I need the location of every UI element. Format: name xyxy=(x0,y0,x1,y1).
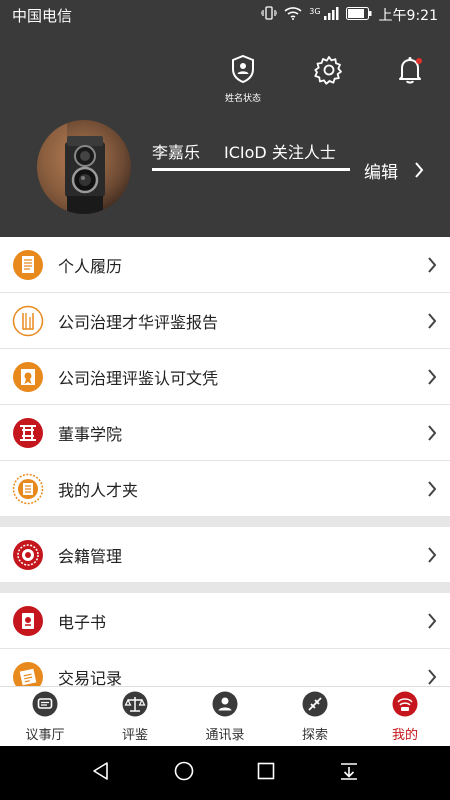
resume-icon xyxy=(12,249,44,281)
section-divider xyxy=(0,583,450,593)
vibrate-icon xyxy=(260,6,278,24)
menu-item-label: 会籍管理 xyxy=(58,546,123,566)
chevron-right-icon xyxy=(427,612,437,634)
menu-item-talent-folder[interactable]: 我的人才夹 xyxy=(0,461,450,517)
settings-button[interactable] xyxy=(311,54,347,90)
shield-user-icon xyxy=(230,54,256,88)
menu-item-diploma[interactable]: 公司治理评鉴认可文凭 xyxy=(0,349,450,405)
profile-header: 姓名状态 李嘉乐 ICIoD 关注人士 编辑 xyxy=(0,30,450,237)
tab-label: 评鉴 xyxy=(121,727,148,743)
transaction-icon xyxy=(12,661,44,686)
menu-item-academy[interactable]: 董事学院 xyxy=(0,405,450,461)
user-info: 李嘉乐 ICIoD 关注人士 xyxy=(152,139,336,163)
chevron-right-icon xyxy=(427,546,437,568)
menu-item-label: 电子书 xyxy=(58,612,107,632)
chevron-right-icon xyxy=(427,312,437,334)
status-bar: 中国电信 3G 上午9:21 xyxy=(0,0,450,30)
chevron-right-icon xyxy=(427,256,437,278)
tab-label: 通讯录 xyxy=(205,727,245,743)
battery-icon xyxy=(345,6,372,24)
clock: 上午9:21 xyxy=(378,8,438,24)
tab-evaluation[interactable]: 评鉴 xyxy=(90,687,180,746)
chevron-right-icon xyxy=(427,668,437,687)
recents-icon[interactable] xyxy=(255,760,277,786)
menu-item-resume[interactable]: 个人履历 xyxy=(0,237,450,293)
edit-profile-button[interactable]: 编辑 xyxy=(364,158,398,183)
notifications-button[interactable] xyxy=(392,54,428,90)
tab-discussion[interactable]: 议事厅 xyxy=(0,687,90,746)
menu-item-membership[interactable]: 会籍管理 xyxy=(0,527,450,583)
menu-item-label: 公司治理才华评鉴报告 xyxy=(58,312,219,332)
chevron-right-icon xyxy=(427,424,437,446)
talent-folder-icon xyxy=(12,473,44,505)
tab-label: 探索 xyxy=(301,727,328,743)
profile-menu: 个人履历 公司治理才华评鉴报告 公司治理评鉴认可文凭 董事学院 我的人才夹 会籍… xyxy=(0,237,450,686)
tab-label: 议事厅 xyxy=(25,727,65,743)
user-name: 李嘉乐 xyxy=(152,143,201,162)
academy-icon xyxy=(12,417,44,449)
tab-mine[interactable]: 我的 xyxy=(360,687,450,746)
contacts-icon xyxy=(212,691,238,721)
network-type: 3G xyxy=(309,7,321,16)
menu-item-talent-report[interactable]: 公司治理才华评鉴报告 xyxy=(0,293,450,349)
certificate-icon xyxy=(12,361,44,393)
tab-contacts[interactable]: 通讯录 xyxy=(180,687,270,746)
scale-icon xyxy=(122,691,148,721)
menu-item-label: 董事学院 xyxy=(58,424,123,444)
bottom-tab-bar: 议事厅 评鉴 通讯录 探索 我的 xyxy=(0,686,450,746)
name-status-label: 姓名状态 xyxy=(224,94,261,104)
menu-item-transactions[interactable]: 交易记录 xyxy=(0,649,450,686)
user-title: ICIoD 关注人士 xyxy=(224,143,336,162)
notification-pulldown-icon[interactable] xyxy=(338,760,360,786)
menu-item-label: 交易记录 xyxy=(58,668,123,687)
tab-explore[interactable]: 探索 xyxy=(270,687,360,746)
chevron-right-icon xyxy=(427,368,437,390)
gear-icon xyxy=(313,54,345,90)
menu-item-label: 个人履历 xyxy=(58,256,123,276)
avatar[interactable] xyxy=(37,120,131,214)
chevron-right-icon[interactable] xyxy=(414,161,424,183)
menu-item-label: 公司治理评鉴认可文凭 xyxy=(58,368,219,388)
wifi-icon xyxy=(284,6,302,24)
tab-label: 我的 xyxy=(391,727,418,743)
system-nav-bar xyxy=(0,746,450,800)
chat-icon xyxy=(32,691,58,721)
section-divider xyxy=(0,517,450,527)
back-icon[interactable] xyxy=(90,760,112,786)
home-icon[interactable] xyxy=(173,760,195,786)
menu-item-ebook[interactable]: 电子书 xyxy=(0,593,450,649)
name-underline xyxy=(152,168,350,171)
signal-icon xyxy=(323,6,339,24)
profile-icon xyxy=(392,691,418,721)
chevron-right-icon xyxy=(427,480,437,502)
name-status-button[interactable]: 姓名状态 xyxy=(218,54,268,104)
bell-icon xyxy=(394,54,426,90)
membership-icon xyxy=(12,539,44,571)
ebook-icon xyxy=(12,605,44,637)
carrier-name: 中国电信 xyxy=(12,6,73,25)
menu-item-label: 我的人才夹 xyxy=(58,480,139,500)
explore-icon xyxy=(302,691,328,721)
report-icon xyxy=(12,305,44,337)
